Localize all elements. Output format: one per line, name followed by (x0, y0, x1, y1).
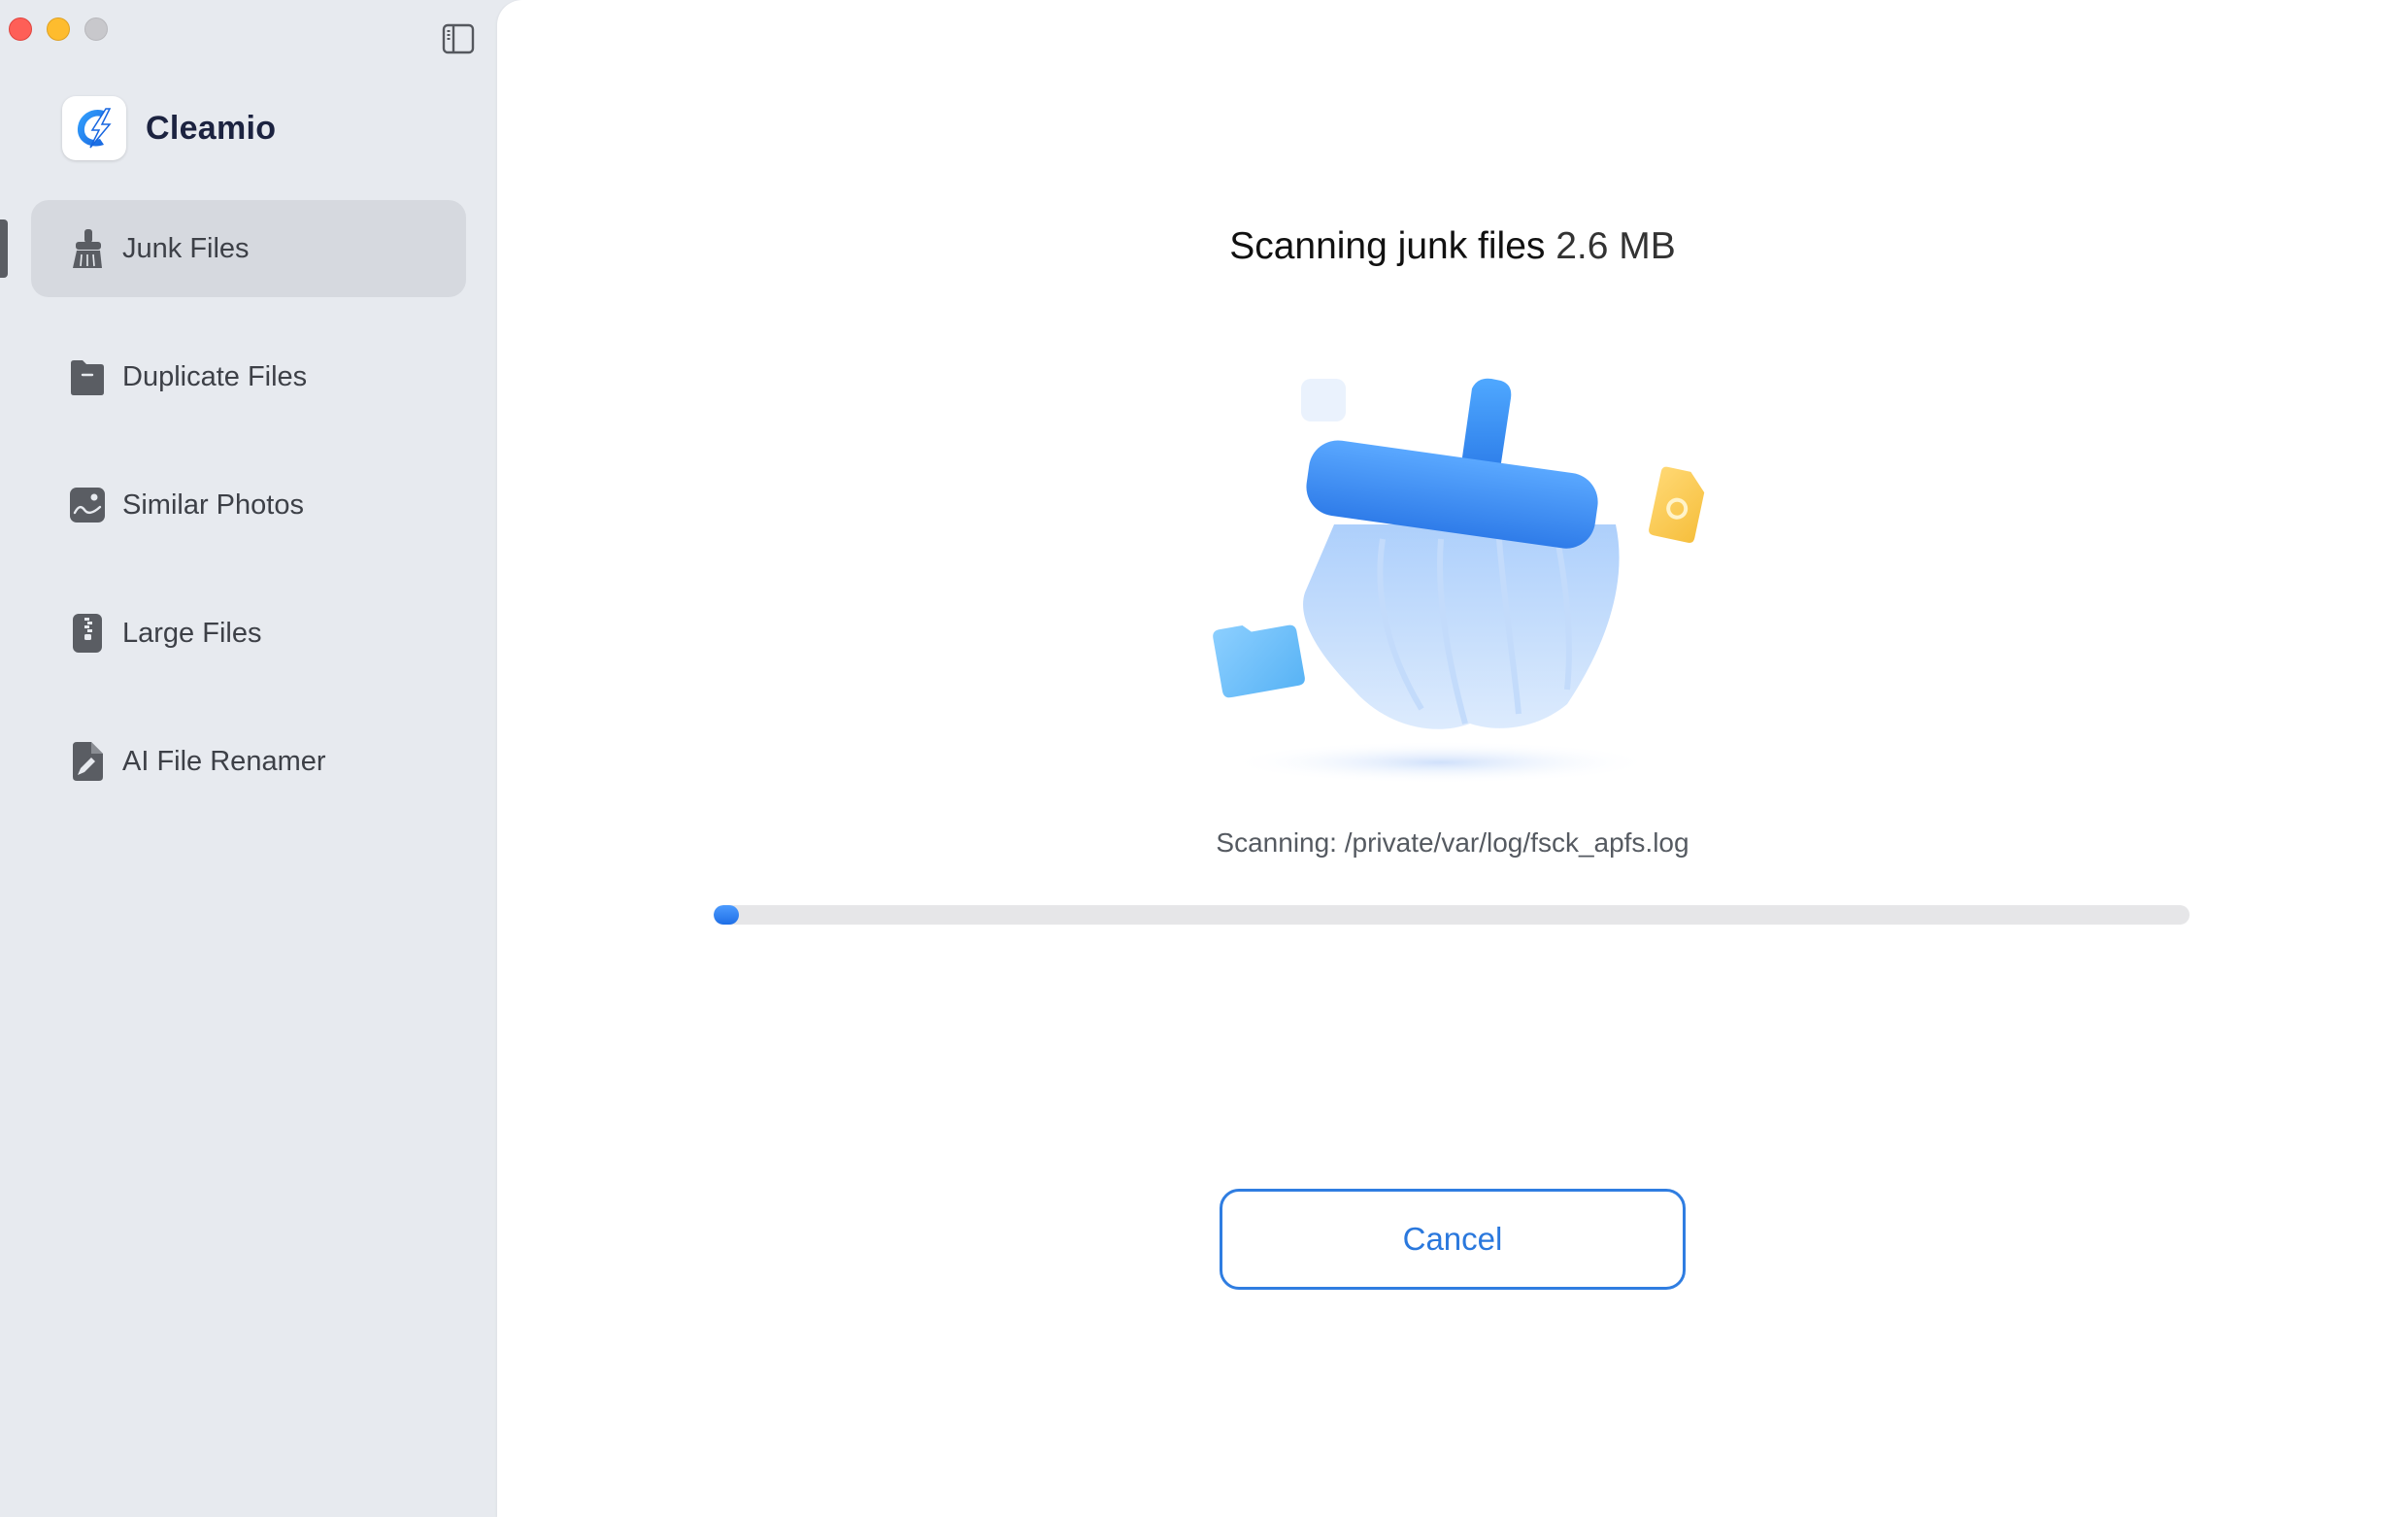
broom-icon (68, 227, 107, 270)
scan-progress-fill (714, 905, 739, 925)
broom-sweeping-illustration (1130, 350, 1752, 796)
zip-file-icon (68, 612, 107, 655)
brand-name: Cleamio (146, 109, 277, 147)
sidebar-item-large-files[interactable]: Large Files (31, 585, 466, 682)
scan-title-text: Scanning junk files (1229, 225, 1546, 267)
window-minimize-button[interactable] (47, 17, 70, 41)
sidebar-item-duplicate-files[interactable]: Duplicate Files (31, 328, 466, 425)
window-close-button[interactable] (9, 17, 32, 41)
sidebar-toggle-icon[interactable] (441, 21, 476, 56)
scanning-path-text: Scanning: /private/var/log/fsck_apfs.log (1216, 827, 1689, 858)
sidebar-item-ai-file-renamer[interactable]: AI File Renamer (31, 713, 466, 810)
sidebar-item-label: Large Files (122, 617, 262, 649)
file-edit-icon (68, 740, 107, 783)
sidebar-item-label: AI File Renamer (122, 745, 326, 777)
scanned-size: 2.6 MB (1555, 225, 1676, 267)
folder-icon (68, 355, 107, 398)
app-window: Cleamio Junk Files Duplicate Files Simil… (0, 0, 2408, 1517)
cancel-button[interactable]: Cancel (1220, 1189, 1686, 1290)
main-panel: Scanning junk files 2.6 MB Scanning: /pr… (497, 0, 2408, 1517)
cleamio-logo-icon (62, 96, 126, 160)
sidebar-item-junk-files[interactable]: Junk Files (31, 200, 466, 297)
active-indicator (0, 219, 8, 278)
brand: Cleamio (62, 95, 276, 161)
sidebar-item-label: Junk Files (122, 232, 250, 264)
sidebar-item-label: Similar Photos (122, 489, 304, 521)
sidebar-nav: Junk Files Duplicate Files Similar Photo… (31, 200, 466, 841)
photo-icon (68, 484, 107, 526)
scan-progress-bar (714, 905, 2190, 925)
sidebar: Cleamio Junk Files Duplicate Files Simil… (0, 0, 497, 1517)
sidebar-item-similar-photos[interactable]: Similar Photos (31, 456, 466, 554)
sidebar-item-label: Duplicate Files (122, 360, 308, 392)
window-maximize-button[interactable] (84, 17, 108, 41)
page-title: Scanning junk files 2.6 MB (497, 225, 2408, 268)
